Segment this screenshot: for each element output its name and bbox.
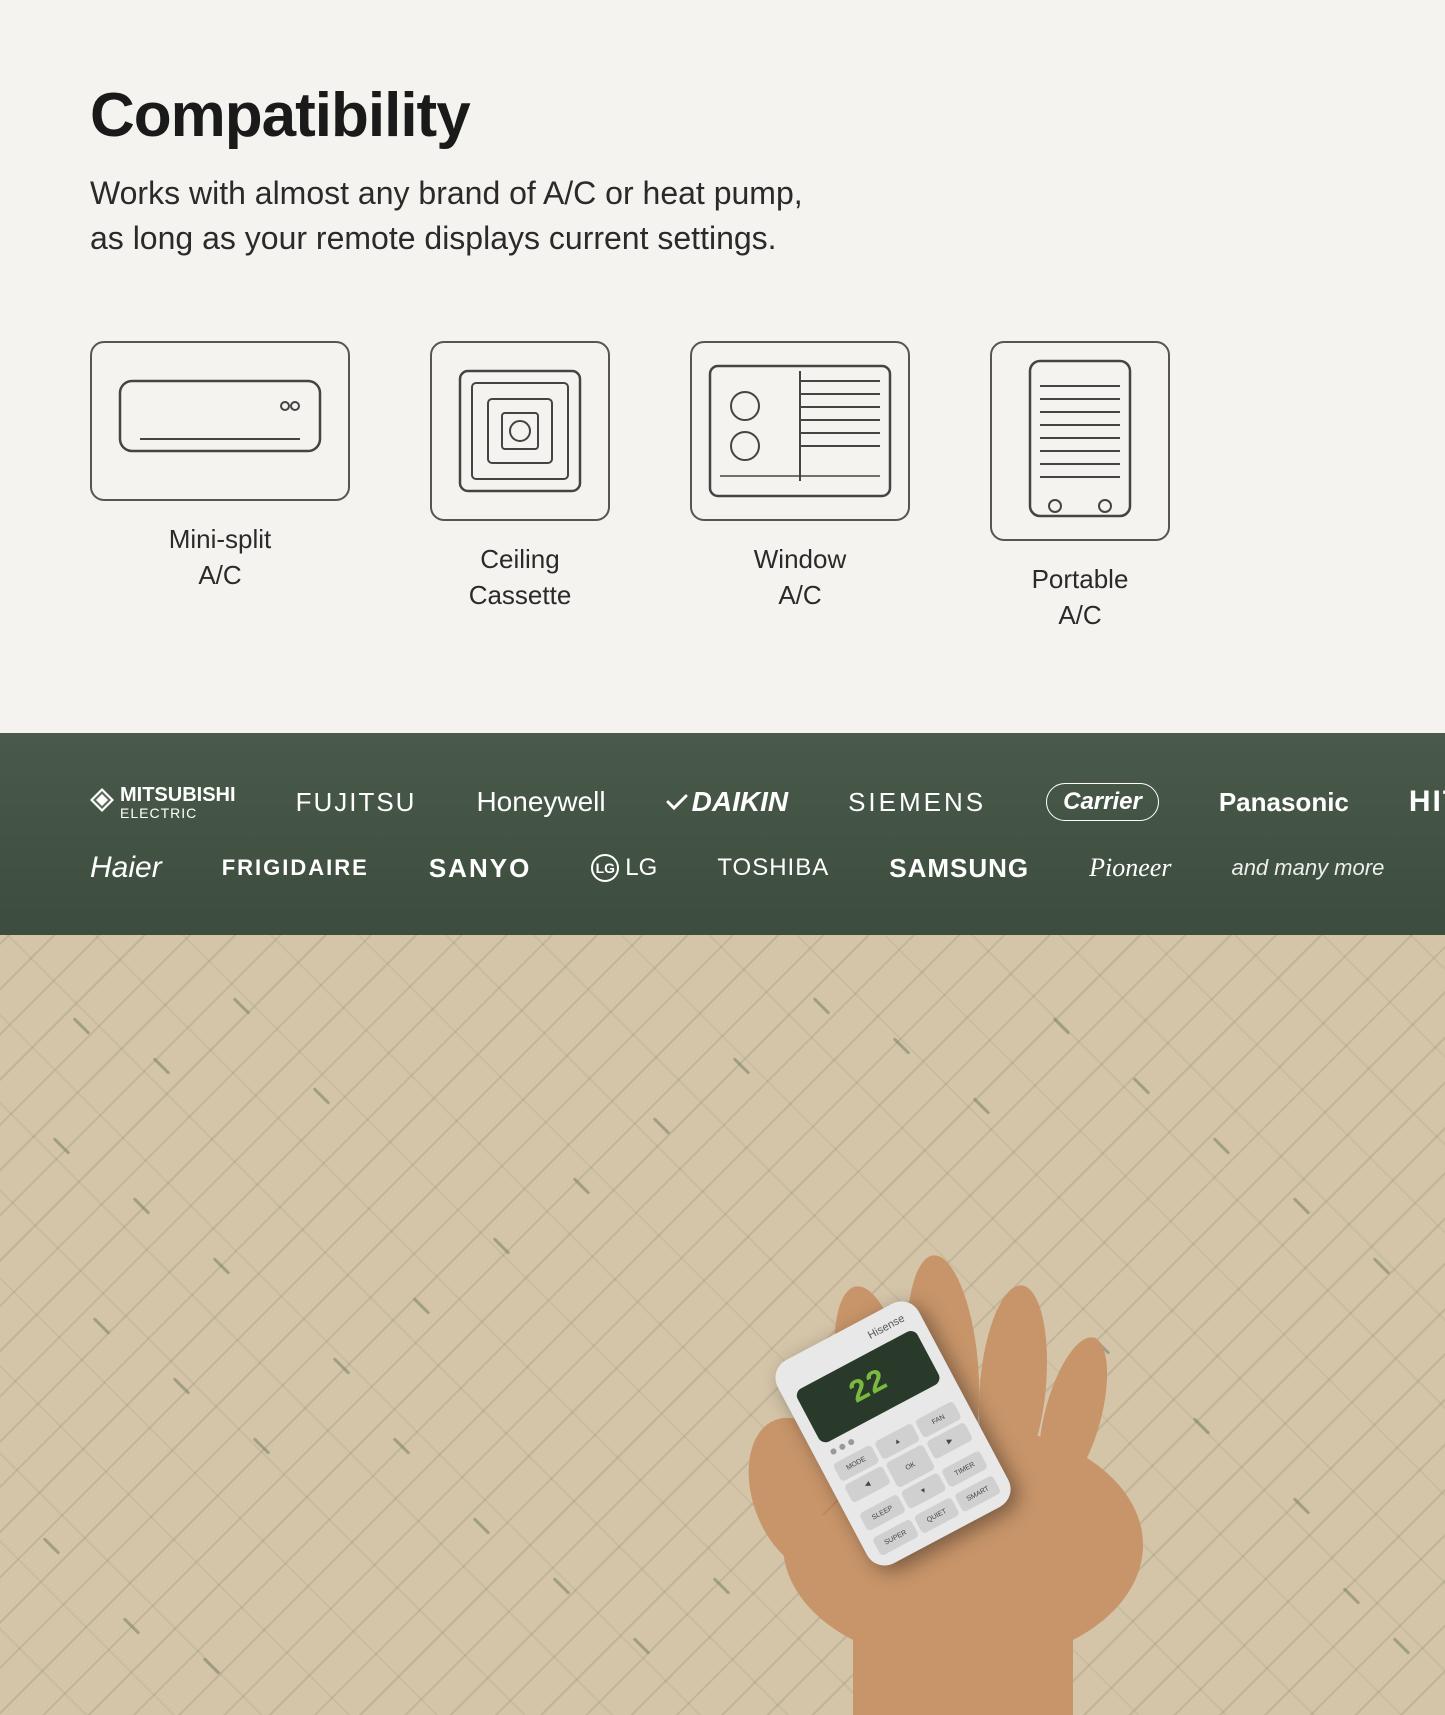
brand-mitsubishi-sub: ELECTRIC (120, 806, 236, 821)
brand-carrier: Carrier (1046, 783, 1159, 821)
mitsubishi-logo-icon (90, 788, 114, 817)
lg-circle-icon: LG (591, 854, 619, 882)
brand-daikin: DAIKIN (666, 786, 788, 818)
top-section: Compatibility Works with almost any bran… (0, 0, 1445, 733)
ac-type-portable: PortableA/C (990, 341, 1170, 634)
brand-fujitsu: FUJITSU (296, 787, 417, 818)
ac-types-row: Mini-splitA/C CeilingCassette (90, 321, 1355, 674)
mini-split-icon-box (90, 341, 350, 501)
page-title: Compatibility (90, 80, 1355, 151)
hand-remote-illustration: Hisense 22 MODE ▲ FAN ◀ OK ▶ SLEEP (583, 995, 1283, 1715)
remote-temp-display: 22 (842, 1362, 893, 1413)
brand-pioneer: Pioneer (1089, 853, 1171, 883)
portable-svg (1010, 351, 1150, 531)
brand-hitachi: HITACHI (1409, 785, 1445, 819)
brand-mitsubishi-name: MITSUBISHI (120, 784, 236, 806)
mini-split-label: Mini-splitA/C (169, 521, 272, 594)
brands-row-1: MITSUBISHI ELECTRIC FUJITSU Honeywell DA… (90, 783, 1355, 821)
brand-honeywell-name: Honeywell (476, 786, 605, 818)
photo-section: Hisense 22 MODE ▲ FAN ◀ OK ▶ SLEEP (0, 935, 1445, 1715)
brand-and-more: and many more (1231, 855, 1384, 881)
brand-haier-name: Haier (90, 851, 162, 885)
brand-frigidaire-name: FRIGIDAIRE (222, 855, 369, 881)
brand-siemens-name: SIEMENS (848, 787, 986, 818)
brand-panasonic: Panasonic (1219, 787, 1349, 818)
brand-siemens: SIEMENS (848, 787, 986, 818)
brand-samsung: SAMSUNG (889, 853, 1029, 884)
brand-toshiba-name: TOSHIBA (717, 854, 829, 882)
ceiling-icon-box (430, 341, 610, 521)
brand-frigidaire: FRIGIDAIRE (222, 855, 369, 881)
ac-type-window: WindowA/C (690, 341, 910, 614)
brand-lg: LG LG (591, 854, 657, 882)
window-svg (700, 356, 900, 506)
ceiling-label: CeilingCassette (469, 541, 572, 614)
brand-daikin-name: DAIKIN (692, 786, 788, 818)
brand-panasonic-name: Panasonic (1219, 787, 1349, 818)
dot-1 (829, 1448, 837, 1456)
daikin-checkmark-icon (666, 791, 688, 813)
brands-section: MITSUBISHI ELECTRIC FUJITSU Honeywell DA… (0, 733, 1445, 935)
brand-mitsubishi: MITSUBISHI ELECTRIC (90, 784, 236, 821)
brand-carrier-name: Carrier (1063, 788, 1142, 816)
portable-label: PortableA/C (1032, 561, 1129, 634)
brand-samsung-name: SAMSUNG (889, 853, 1029, 884)
dot-2 (838, 1443, 846, 1451)
brand-hitachi-name: HITACHI (1409, 785, 1445, 819)
window-label: WindowA/C (754, 541, 846, 614)
ac-type-ceiling: CeilingCassette (430, 341, 610, 614)
ac-type-mini-split: Mini-splitA/C (90, 341, 350, 594)
mini-split-svg (110, 361, 330, 481)
mitsubishi-diamond-icon (90, 788, 114, 812)
window-icon-box (690, 341, 910, 521)
brand-lg-name: LG (625, 854, 657, 882)
dot-3 (847, 1438, 855, 1446)
brand-haier: Haier (90, 851, 162, 885)
page-subtitle: Works with almost any brand of A/C or he… (90, 171, 990, 261)
ceiling-svg (450, 361, 590, 501)
brand-toshiba: TOSHIBA (717, 854, 829, 882)
portable-icon-box (990, 341, 1170, 541)
brand-fujitsu-name: FUJITSU (296, 787, 417, 818)
subtitle-line2: as long as your remote displays current … (90, 220, 777, 256)
brand-honeywell: Honeywell (476, 786, 605, 818)
subtitle-line1: Works with almost any brand of A/C or he… (90, 175, 803, 211)
brands-row-2: Haier FRIGIDAIRE SANYO LG LG TOSHIBA SAM… (90, 851, 1355, 885)
brand-sanyo-name: SANYO (429, 853, 531, 884)
brand-daikin-wrapper: DAIKIN (666, 786, 788, 818)
brand-sanyo: SANYO (429, 853, 531, 884)
brand-and-more-text: and many more (1231, 855, 1384, 881)
brand-pioneer-name: Pioneer (1089, 853, 1171, 883)
